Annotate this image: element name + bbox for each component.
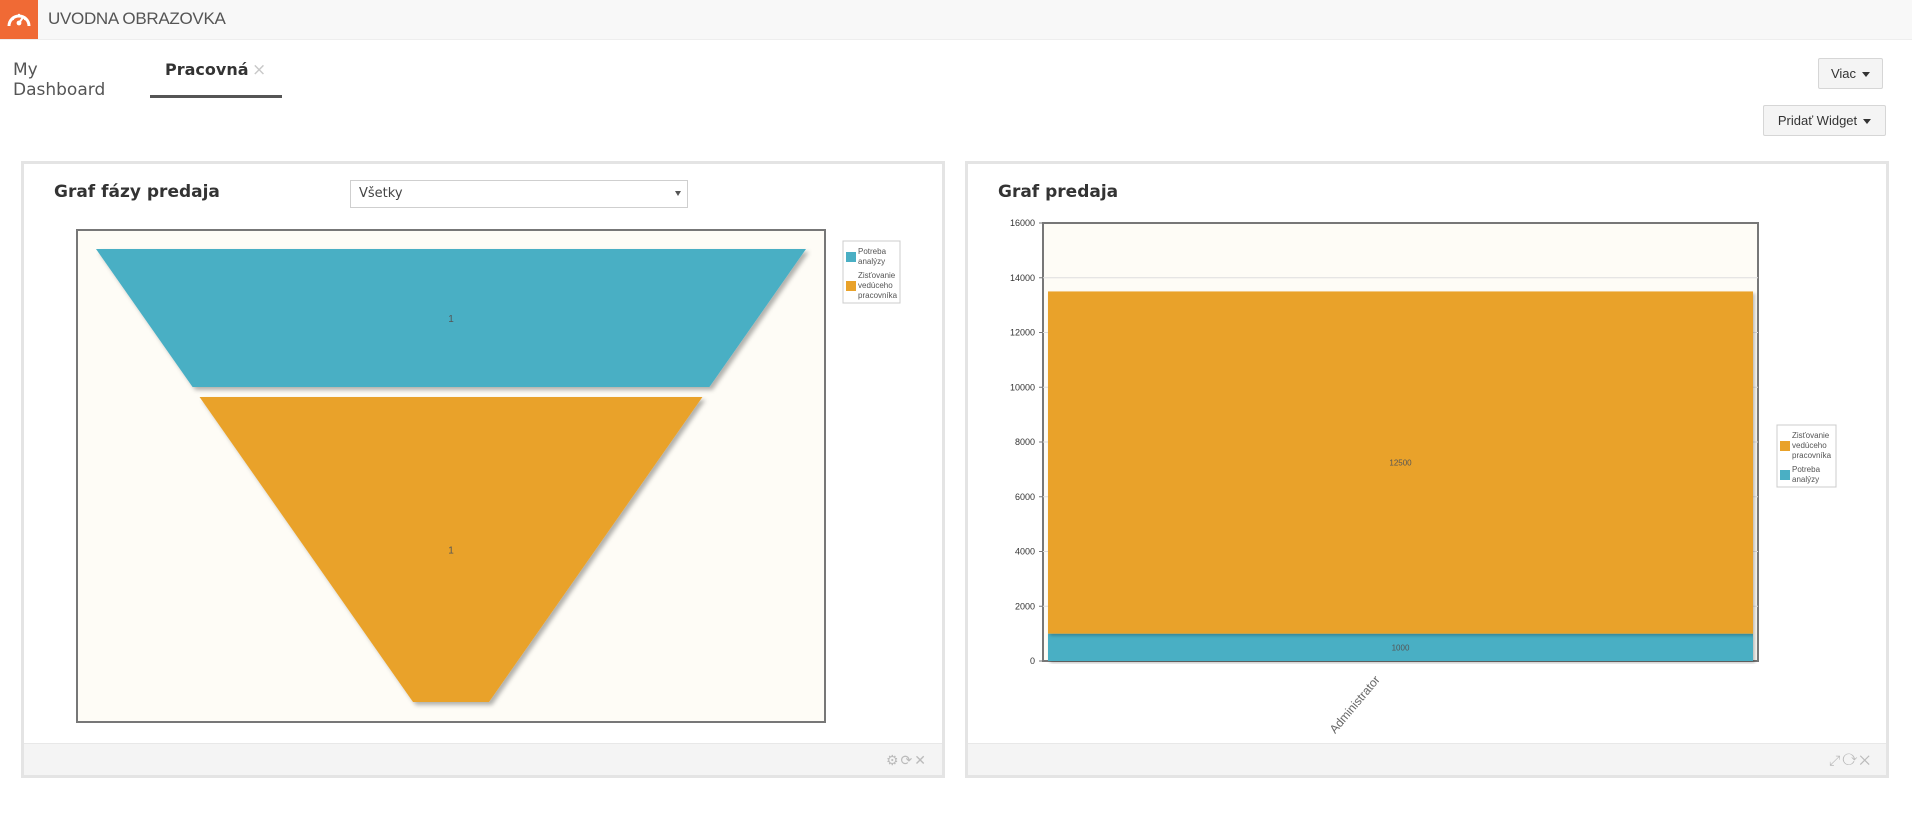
funnel-value-label: 1	[448, 546, 454, 557]
legend-swatch	[1780, 441, 1790, 451]
funnel-value-label: 1	[448, 314, 454, 325]
bar-widget: Graf predaja 0 2000 4000 6000 8000 10000 12000…	[965, 161, 1889, 778]
legend-swatch	[1780, 470, 1790, 480]
close-icon[interactable]: ✕	[914, 752, 928, 768]
y-tick-label: 2000	[1015, 601, 1035, 611]
y-tick-label: 4000	[1015, 547, 1035, 557]
bar-chart: 0 2000 4000 6000 8000 10000 12000 14000 16000 100…	[1010, 218, 1837, 736]
close-icon[interactable]: ×	[252, 60, 266, 80]
legend-label: Potreba	[858, 247, 887, 256]
refresh-icon[interactable]: ⟳	[1842, 752, 1859, 768]
tab-pracovna[interactable]: Pracovná ×	[150, 52, 282, 98]
tab-my-dashboard[interactable]: My Dashboard	[13, 60, 105, 102]
funnel-widget: Graf fázy predaja Všetky 1 1 Potreba analýz…	[21, 161, 945, 778]
widget-footer: ⤢⟳✕	[968, 743, 1886, 775]
legend-swatch	[846, 281, 856, 291]
y-tick-label: 8000	[1015, 437, 1035, 447]
y-tick-label: 16000	[1010, 218, 1035, 228]
y-tick-label: 10000	[1010, 382, 1035, 392]
legend-label: Zisťovanie	[858, 271, 896, 280]
app-title: UVODNA OBRAZOVKA	[48, 9, 226, 28]
close-icon[interactable]: ✕	[1859, 752, 1872, 768]
y-tick-label: 6000	[1015, 492, 1035, 502]
legend-label: analýzy	[1792, 475, 1819, 484]
y-tick-label: 12000	[1010, 328, 1035, 338]
bar-value-label: 1000	[1392, 643, 1410, 652]
funnel-chart: 1 1 Potrebaanalýzy Zisťovanievedúcehopracov…	[76, 229, 901, 723]
legend-label: analýzy	[858, 257, 885, 266]
legend-label: pracovníka	[1792, 451, 1832, 460]
more-button[interactable]: Viac	[1818, 58, 1883, 89]
legend-label: Zisťovanie	[1792, 431, 1830, 440]
widget-footer: ⚙⟳✕	[24, 743, 942, 775]
add-widget-label: Pridať Widget	[1777, 113, 1858, 128]
expand-icon[interactable]: ⤢	[1829, 752, 1842, 768]
legend-label: pracovníka	[858, 291, 898, 300]
legend-swatch	[846, 252, 856, 262]
legend-label: vedúceho	[858, 281, 893, 290]
more-button-label: Viac	[1830, 66, 1857, 81]
top-bar: UVODNA OBRAZOVKA	[0, 0, 1912, 40]
add-widget-button[interactable]: Pridať Widget	[1763, 105, 1886, 136]
legend-label: vedúceho	[1792, 441, 1827, 450]
gear-icon[interactable]: ⚙	[886, 752, 901, 768]
y-tick-label: 14000	[1010, 273, 1035, 283]
y-tick-label: 0	[1030, 656, 1035, 666]
tab-pracovna-label: Pracovná	[165, 60, 249, 79]
caret-down-icon	[1863, 119, 1872, 125]
caret-down-icon	[1862, 72, 1871, 78]
refresh-icon[interactable]: ⟳	[901, 752, 915, 768]
x-category-label: Administrator	[1327, 673, 1383, 736]
legend-label: Potreba	[1792, 465, 1821, 474]
bar-value-label: 12500	[1389, 459, 1412, 468]
dashboard-gauge-icon[interactable]	[0, 0, 38, 39]
